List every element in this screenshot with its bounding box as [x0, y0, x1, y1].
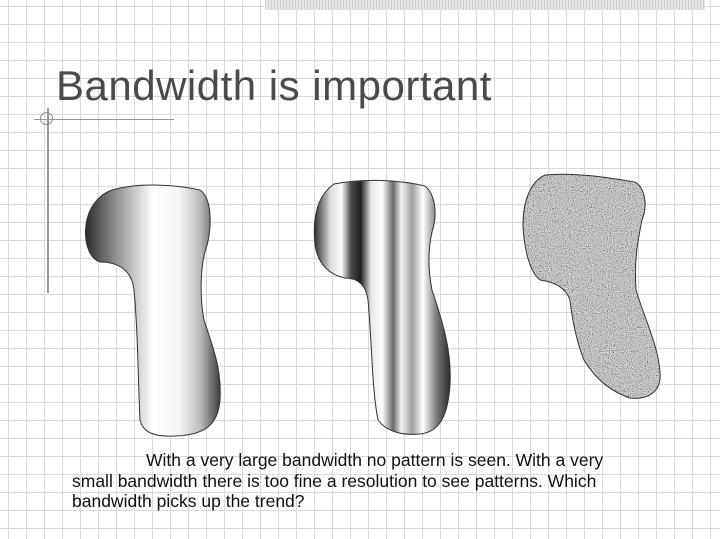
slide-caption: With a very large bandwidth no pattern i…	[72, 450, 604, 511]
large-bandwidth-shape	[85, 184, 221, 437]
small-bandwidth-shape	[522, 173, 661, 399]
medium-bandwidth-shape	[313, 179, 451, 435]
